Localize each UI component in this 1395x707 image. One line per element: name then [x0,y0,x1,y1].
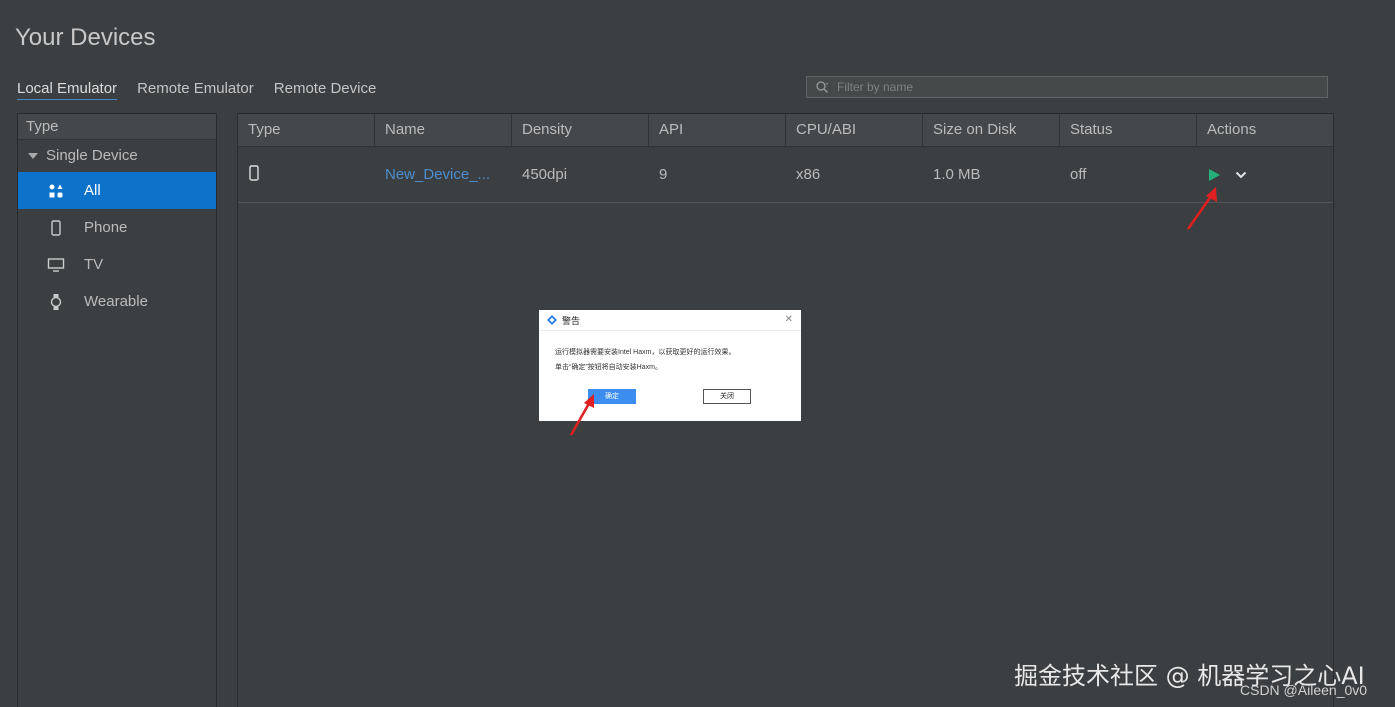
sidebar-item-label: Phone [84,219,128,236]
tab-local-emulator[interactable]: Local Emulator [17,80,118,100]
device-type-panel: Type Single Device All Phone TV Wearable [17,113,217,707]
column-header-cpu[interactable]: CPU/ABI [786,114,923,146]
device-size: 1.0 MB [933,166,981,183]
app-logo-icon [547,315,557,325]
annotation-arrow [569,394,594,436]
sidebar-item-tv[interactable]: TV [18,246,216,283]
sidebar-item-label: All [84,182,101,199]
tab-bar: Local Emulator Remote Emulator Remote De… [17,80,396,100]
triangle-down-icon [28,153,38,159]
tab-remote-emulator[interactable]: Remote Emulator [137,80,254,100]
watermark-sub: CSDN @Aileen_0v0 [1240,682,1368,698]
device-api: 9 [659,166,668,183]
grid-icon [44,183,68,199]
phone-icon [44,219,68,236]
device-density: 450dpi [522,166,568,183]
search-icon [813,78,831,96]
sidebar-item-phone[interactable]: Phone [18,209,216,246]
sidebar-item-label: Wearable [84,293,148,310]
single-device-group[interactable]: Single Device [18,140,216,172]
dialog-message: 运行模拟器需要安装Intel Haxm，以获取更好的运行效果。 单击“确定”按钮… [539,331,801,375]
column-header-status[interactable]: Status [1060,114,1197,146]
column-header-size[interactable]: Size on Disk [923,114,1060,146]
close-icon[interactable]: ✕ [785,314,793,325]
column-header-actions: Actions [1207,121,1257,138]
page-title: Your Devices [15,24,156,51]
table-header: Type Name Density API CPU/ABI Size on Di… [238,114,1333,147]
column-header-density[interactable]: Density [512,114,649,146]
phone-icon [248,164,260,185]
chevron-down-icon[interactable] [1235,170,1247,180]
row-actions [1197,168,1333,182]
tv-icon [44,257,68,273]
column-header-type[interactable]: Type [238,114,375,146]
dialog-line-2: 单击“确定”按钮将自动安装Haxm。 [555,364,662,371]
group-label: Single Device [46,147,138,164]
play-icon[interactable] [1207,168,1221,182]
table-row[interactable]: New_Device_... 450dpi 9 x86 1.0 MB off [238,147,1333,203]
device-cpu: x86 [796,166,821,183]
filter-input[interactable] [831,79,1327,95]
sidebar-item-wearable[interactable]: Wearable [18,283,216,320]
watch-icon [44,293,68,311]
close-button[interactable]: 关闭 [703,389,751,404]
sidebar-item-label: TV [84,256,104,273]
dialog-line-1: 运行模拟器需要安装Intel Haxm，以获取更好的运行效果。 [555,349,736,356]
sidebar-item-all[interactable]: All [18,172,216,209]
tab-remote-device[interactable]: Remote Device [274,80,377,100]
device-name-link[interactable]: New_Device_... [375,166,512,183]
annotation-arrow [1186,187,1217,230]
row-type-cell [238,164,375,185]
dialog-titlebar: 警告 [539,310,801,331]
column-header-api[interactable]: API [649,114,786,146]
filter-box [806,76,1328,98]
column-header-name[interactable]: Name [375,114,512,146]
type-header: Type [18,114,216,140]
dialog-title: 警告 [562,315,581,326]
device-status: off [1070,166,1087,183]
